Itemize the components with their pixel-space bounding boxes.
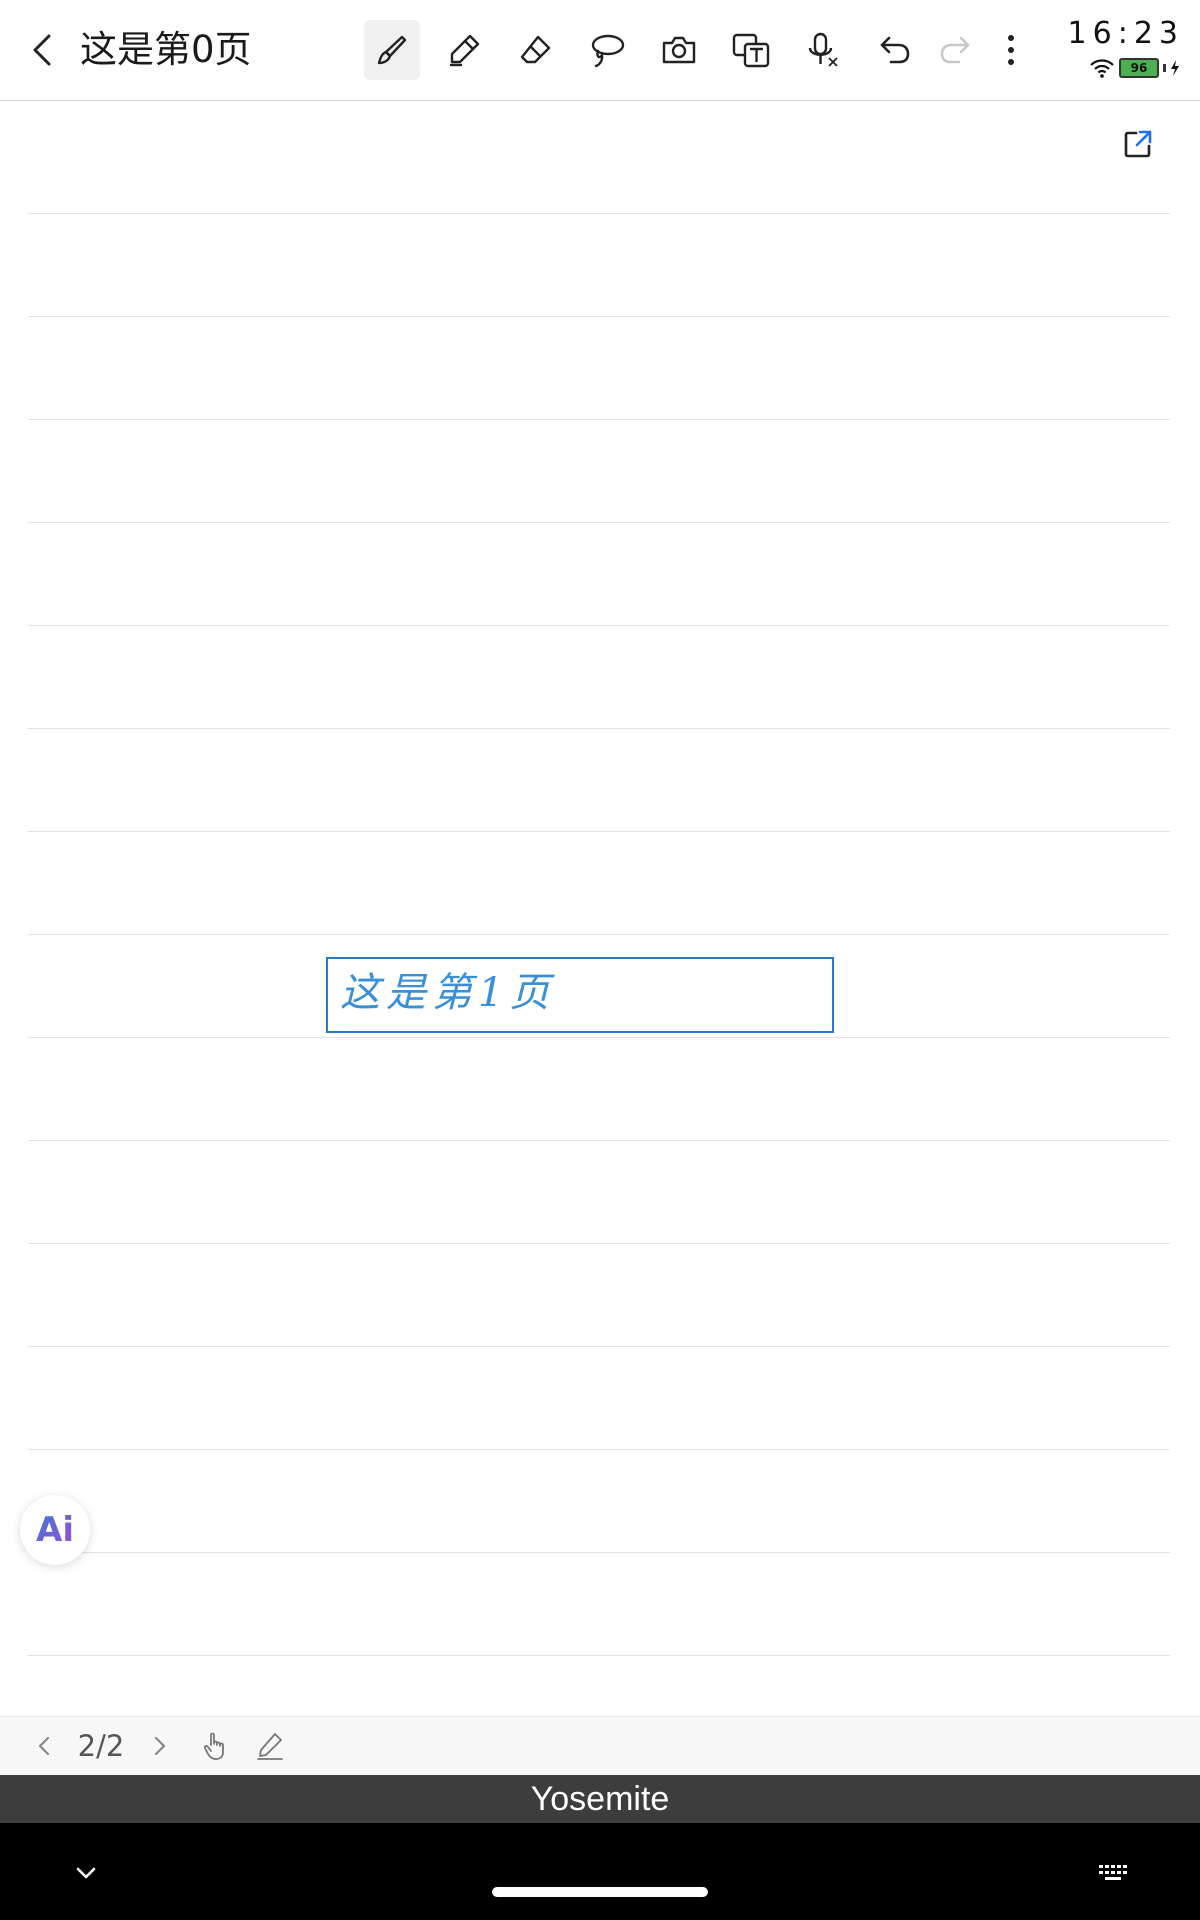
system-navigation-bar <box>0 1823 1200 1920</box>
page-count: 2/2 <box>77 1729 125 1763</box>
status-icons: 96 <box>1089 58 1180 78</box>
redo-button[interactable] <box>927 20 983 80</box>
keyboard-suggestion-strip: Yosemite <box>0 1775 1200 1823</box>
voice-input-icon <box>808 32 838 67</box>
ruled-line <box>28 1552 1170 1553</box>
top-toolbar: 这是第0页 16:23 96 <box>0 0 1200 101</box>
ruled-line <box>28 1140 1170 1141</box>
marker-tool-button[interactable] <box>436 20 492 80</box>
lasso-tool-button[interactable] <box>579 20 635 80</box>
redo-icon <box>940 36 970 64</box>
ruled-line <box>28 831 1170 832</box>
ruled-line <box>28 1449 1170 1450</box>
ruled-line <box>28 419 1170 420</box>
more-options-button[interactable] <box>987 20 1035 80</box>
pen-icon <box>257 1733 283 1760</box>
ruled-line <box>28 213 1170 214</box>
eraser-icon <box>520 35 551 64</box>
handwritten-text: 这是第1页 <box>340 970 556 1016</box>
battery-tip <box>1163 64 1166 72</box>
previous-page-button[interactable] <box>26 1717 62 1775</box>
lasso-icon <box>591 34 625 68</box>
ruled-line <box>28 1037 1170 1038</box>
chevron-right-icon <box>154 1736 166 1756</box>
selected-text-box[interactable]: 这是第1页 <box>326 957 834 1033</box>
ruled-line <box>28 1243 1170 1244</box>
note-editor-screen: 这是第0页 16:23 96 这是第1页 Ai 2/2 Yosemite <box>0 0 1200 1920</box>
note-canvas[interactable]: 这是第1页 <box>0 110 1200 1715</box>
undo-icon <box>880 36 910 64</box>
brush-icon <box>377 35 407 65</box>
ruled-line <box>28 1655 1170 1656</box>
touch-mode-button[interactable] <box>196 1717 236 1775</box>
battery-indicator: 96 <box>1119 58 1159 78</box>
chevron-left-icon <box>38 1736 50 1756</box>
pencil-icon <box>450 34 480 67</box>
next-page-button[interactable] <box>142 1717 178 1775</box>
text-recognition-icon <box>732 33 770 68</box>
hand-pointer-icon <box>203 1732 224 1760</box>
pen-mode-button[interactable] <box>250 1717 290 1775</box>
page-navigation-bar: 2/2 <box>0 1716 1200 1775</box>
status-time: 16:23 <box>1067 16 1184 51</box>
note-title[interactable]: 这是第0页 <box>80 24 252 76</box>
ruled-line <box>28 522 1170 523</box>
charging-icon <box>1171 60 1179 76</box>
text-recognition-button[interactable] <box>723 20 779 80</box>
keyboard-icon <box>1099 1865 1127 1880</box>
ruled-line <box>28 1346 1170 1347</box>
ai-assistant-button[interactable]: Ai <box>20 1495 90 1565</box>
hide-keyboard-button[interactable] <box>56 1843 116 1903</box>
brush-tool-button[interactable] <box>364 20 420 80</box>
eraser-tool-button[interactable] <box>508 20 564 80</box>
keyboard-switch-button[interactable] <box>1084 1843 1144 1903</box>
ruled-line <box>28 728 1170 729</box>
ai-label: Ai <box>36 1510 74 1550</box>
more-icon <box>1008 35 1014 65</box>
ruled-line <box>28 316 1170 317</box>
camera-icon <box>662 36 696 64</box>
share-export-icon <box>1124 130 1152 158</box>
voice-input-button[interactable] <box>795 20 851 80</box>
back-button[interactable] <box>18 22 66 78</box>
status-area: 16:23 96 <box>1066 16 1186 84</box>
chevron-left-icon <box>33 34 51 66</box>
export-button[interactable] <box>1118 124 1158 164</box>
ruled-line <box>28 934 1170 935</box>
chevron-down-icon <box>76 1867 96 1879</box>
keyboard-suggestion[interactable]: Yosemite <box>531 1780 670 1819</box>
undo-button[interactable] <box>867 20 923 80</box>
page-indicator: 2/2 <box>70 1717 132 1775</box>
camera-button[interactable] <box>651 20 707 80</box>
wifi-icon <box>1090 59 1114 78</box>
home-gesture-bar[interactable] <box>492 1887 708 1897</box>
ruled-line <box>28 625 1170 626</box>
